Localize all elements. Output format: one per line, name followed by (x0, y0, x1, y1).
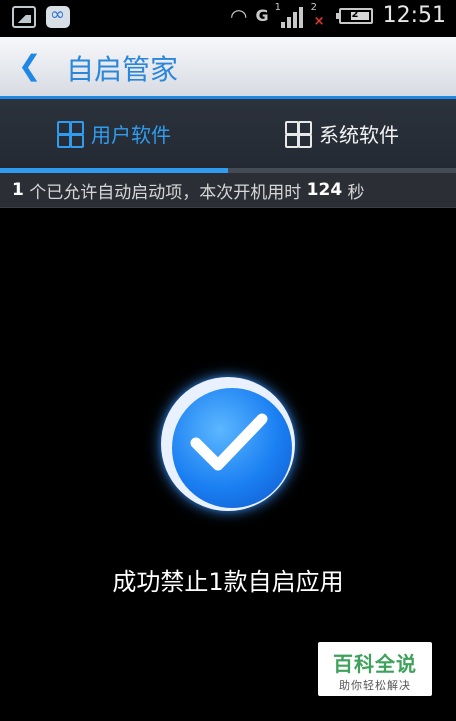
info-text-b: 秒 (342, 182, 365, 203)
app-header: ❮ 自启管家 (0, 37, 456, 99)
signal-sim1-icon: 1 (275, 2, 303, 28)
status-bar: ◠ G 1 2 × 32 12:51 (0, 0, 456, 37)
watermark-logo: 百科全说 助你轻松解决 (318, 642, 432, 696)
notification-icons (12, 4, 70, 28)
app-notification-icon (46, 4, 70, 28)
no-signal-icon: × (313, 13, 325, 29)
system-apps-icon (285, 120, 312, 148)
clock: 12:51 (382, 3, 446, 28)
success-message: 成功禁止1款自启应用 (112, 568, 344, 596)
battery-icon: 32 (335, 7, 373, 24)
tab-user-apps[interactable]: 用户软件 (0, 99, 228, 168)
battery-level: 32 (344, 8, 359, 20)
success-check-icon (157, 373, 299, 515)
tab-user-apps-label: 用户软件 (91, 123, 171, 147)
info-text-a: 个已允许自动启动项，本次开机用时 (23, 182, 307, 203)
sim2-label: 2 (310, 1, 317, 13)
watermark-subtitle: 助你轻松解决 (339, 679, 411, 692)
watermark-title: 百科全说 (333, 652, 417, 676)
info-bar: 1 个已允许自动启动项，本次开机用时 124 秒 (0, 173, 456, 208)
boot-seconds: 124 (306, 180, 343, 200)
checkmark-icon (190, 413, 268, 471)
user-apps-icon (57, 120, 84, 148)
network-type: G (255, 6, 269, 25)
wifi-icon: ◠ (230, 3, 248, 28)
system-icons: ◠ G 1 2 × 32 12:51 (230, 1, 446, 29)
tab-system-apps-label: 系统软件 (319, 123, 399, 147)
allowed-count: 1 (12, 180, 24, 200)
gallery-icon (12, 6, 36, 28)
signal-sim2-icon: 2 × (310, 1, 331, 29)
page-title: 自启管家 (66, 53, 179, 86)
tab-system-apps[interactable]: 系统软件 (228, 99, 456, 168)
tab-bar: 用户软件 系统软件 (0, 99, 456, 173)
back-button[interactable]: ❮ (18, 49, 41, 82)
